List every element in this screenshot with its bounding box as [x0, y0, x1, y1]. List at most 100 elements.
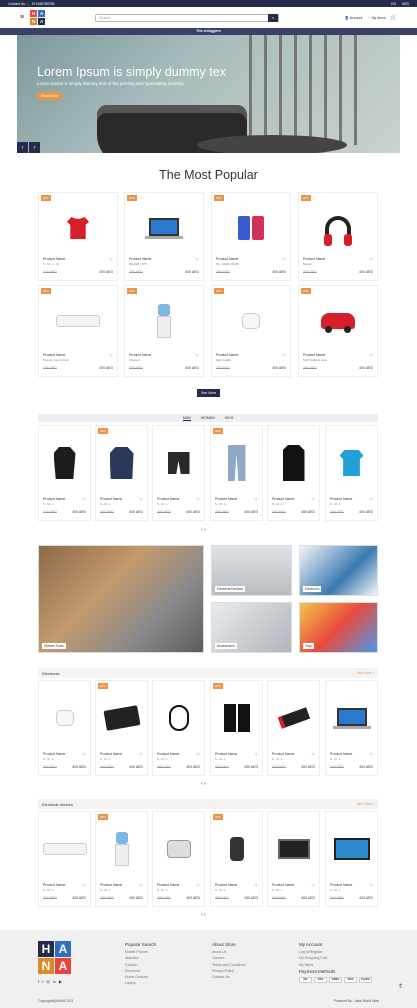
- product-name[interactable]: Product Name: [100, 883, 122, 887]
- product-name[interactable]: Product Name: [303, 257, 325, 261]
- product-name[interactable]: Product Name: [216, 257, 238, 261]
- product-card[interactable]: Product Name ♡ S - M - L 300 AED 400 AED: [267, 811, 320, 907]
- my-items-link[interactable]: ♡ My Items: [367, 16, 385, 20]
- product-card[interactable]: Product Name ♡ S - M - L 300 AED 400 AED: [152, 680, 205, 776]
- product-name[interactable]: Product Name: [272, 752, 294, 756]
- heart-icon[interactable]: ♡: [369, 353, 373, 358]
- heart-icon[interactable]: ♡: [195, 353, 199, 358]
- next-slide-button[interactable]: ›: [29, 142, 40, 153]
- back-to-top-icon[interactable]: ⇑: [398, 983, 403, 990]
- promo-toys[interactable]: Toys: [299, 602, 378, 653]
- product-name[interactable]: Product Name: [330, 883, 352, 887]
- twitter-icon[interactable]: t: [42, 979, 43, 984]
- currency-select[interactable]: AED: [402, 2, 409, 6]
- prev-slide-button[interactable]: ‹: [17, 142, 28, 153]
- search-input[interactable]: Search: [96, 16, 268, 20]
- product-name[interactable]: Product Name: [330, 497, 352, 501]
- product-name[interactable]: Product Name: [43, 257, 65, 261]
- heart-icon[interactable]: ♡: [109, 257, 113, 262]
- heart-icon[interactable]: ♡: [82, 752, 86, 757]
- see-more-button[interactable]: See More: [197, 389, 221, 397]
- search-icon[interactable]: ⌕: [268, 13, 279, 22]
- heart-icon[interactable]: ♡: [139, 883, 143, 888]
- product-name[interactable]: Product Name: [216, 353, 238, 357]
- product-card[interactable]: Product Name ♡ S - M - L 300 AED 400 AED: [267, 680, 320, 776]
- product-card[interactable]: 20% Product Name ♡ S5 - 16GB | 64GB 300 AED 4…: [211, 192, 291, 281]
- heart-icon[interactable]: ♡: [196, 497, 200, 502]
- product-card[interactable]: 20% Product Name ♡ S - M - L 300 AED 400 AED: [95, 425, 148, 521]
- product-name[interactable]: Product Name: [100, 497, 122, 501]
- language-select[interactable]: EN: [391, 2, 396, 6]
- product-name[interactable]: Product Name: [43, 883, 65, 887]
- electrical-see-more-link[interactable]: See More ›: [357, 802, 374, 806]
- product-card[interactable]: Product Name ♡ S - M - L 300 AED 400 AED: [325, 811, 378, 907]
- promo-kitchen-tools[interactable]: Kitchen Tools: [38, 545, 204, 653]
- cart-icon[interactable]: 🛒: [391, 15, 397, 21]
- carousel-arrows[interactable]: ‹ ›: [201, 527, 206, 533]
- heart-icon[interactable]: ♡: [139, 497, 143, 502]
- product-name[interactable]: Product Name: [303, 353, 325, 357]
- product-name[interactable]: Product Name: [43, 497, 65, 501]
- product-name[interactable]: Product Name: [215, 883, 237, 887]
- heart-icon[interactable]: ♡: [196, 752, 200, 757]
- product-name[interactable]: Product Name: [129, 353, 151, 357]
- product-card[interactable]: Product Name ♡ S - M - L 300 AED 400 AED: [267, 425, 320, 521]
- product-name[interactable]: Product Name: [43, 752, 65, 756]
- product-name[interactable]: Product Name: [157, 752, 179, 756]
- logo[interactable]: H A N A: [30, 10, 46, 25]
- product-card[interactable]: Product Name ♡ S - M - L 300 AED 400 AED: [38, 811, 91, 907]
- heart-icon[interactable]: ♡: [282, 257, 286, 262]
- footer-link[interactable]: Contact Us: [212, 974, 246, 980]
- promo-accessories[interactable]: Accessories: [211, 602, 292, 653]
- product-card[interactable]: 20% Product Name ♡ 5 Hours | Hot & Cold 300 …: [38, 285, 118, 377]
- linkedin-icon[interactable]: in: [53, 979, 56, 984]
- product-name[interactable]: Product Name: [330, 752, 352, 756]
- product-card[interactable]: 20% Product Name ♡ S - M - L - XL 300 AED 400…: [38, 192, 118, 281]
- tab-women[interactable]: WOMEN: [201, 416, 215, 420]
- heart-icon[interactable]: ♡: [369, 883, 373, 888]
- account-link[interactable]: 👤 Account: [345, 16, 363, 20]
- product-card[interactable]: 20% Product Name ♡ 3 Rooms 300 AED 400 AED: [124, 285, 204, 377]
- product-name[interactable]: Product Name: [129, 257, 151, 261]
- product-name[interactable]: Product Name: [157, 497, 179, 501]
- product-name[interactable]: Product Name: [100, 752, 122, 756]
- heart-icon[interactable]: ♡: [195, 257, 199, 262]
- product-card[interactable]: Product Name ♡ S - M - L 300 AED 400 AED: [152, 425, 205, 521]
- read-more-button[interactable]: Read More: [37, 92, 63, 100]
- product-card[interactable]: Product Name ♡ S - M - L 300 AED 400 AED: [152, 811, 205, 907]
- heart-icon[interactable]: ♡: [311, 752, 315, 757]
- product-card[interactable]: 20% Product Name ♡ S - M - L 300 AED 400 AED: [210, 425, 263, 521]
- electronic-see-more-link[interactable]: See More ›: [357, 671, 374, 675]
- heart-icon[interactable]: ♡: [369, 752, 373, 757]
- product-card[interactable]: 20% Product Name ♡ S - M - L 300 AED 400 AED: [210, 811, 263, 907]
- heart-icon[interactable]: ♡: [369, 497, 373, 502]
- product-card[interactable]: 20% Product Name ♡ S - M - L 300 AED 400 AED: [95, 680, 148, 776]
- footer-logo[interactable]: H A N A: [38, 941, 71, 974]
- promo-electronic[interactable]: Electronic: [299, 545, 378, 596]
- tab-kids[interactable]: KIDS: [225, 416, 233, 420]
- product-name[interactable]: Product Name: [43, 353, 65, 357]
- contact-info[interactable]: Contact Us: 📞 971456789789: [8, 2, 54, 6]
- product-card[interactable]: 20% Product Name ♡ Tech Kiddie & more 300 AE…: [298, 285, 378, 377]
- footer-link[interactable]: Laptop: [125, 980, 156, 986]
- product-name[interactable]: Product Name: [215, 752, 237, 756]
- product-card[interactable]: 20% Product Name ♡ S - M - L 300 AED 400 AED: [210, 680, 263, 776]
- tab-man[interactable]: MAN: [182, 416, 191, 421]
- heart-icon[interactable]: ♡: [82, 883, 86, 888]
- heart-icon[interactable]: ♡: [254, 752, 258, 757]
- heart-icon[interactable]: ♡: [254, 883, 258, 888]
- menu-icon[interactable]: ≡: [20, 14, 24, 21]
- heart-icon[interactable]: ♡: [196, 883, 200, 888]
- product-name[interactable]: Product Name: [215, 497, 237, 501]
- heart-icon[interactable]: ♡: [369, 257, 373, 262]
- heart-icon[interactable]: ♡: [109, 353, 113, 358]
- youtube-icon[interactable]: ▶: [59, 979, 62, 984]
- product-card[interactable]: 20% Product Name ♡ Beats2 300 AED 400 AED: [298, 192, 378, 281]
- carousel-arrows[interactable]: ‹ ›: [201, 781, 206, 787]
- product-name[interactable]: Product Name: [272, 497, 294, 501]
- product-card[interactable]: Product Name ♡ S - M - L 300 AED 400 AED: [38, 425, 91, 521]
- heart-icon[interactable]: ♡: [82, 497, 86, 502]
- product-card[interactable]: Product Name ♡ S - M - L 300 AED 400 AED: [325, 680, 378, 776]
- facebook-icon[interactable]: f: [38, 979, 39, 984]
- product-card[interactable]: 20% Product Name ♡ i5|12GB | 1TB 300 AED 400 …: [124, 192, 204, 281]
